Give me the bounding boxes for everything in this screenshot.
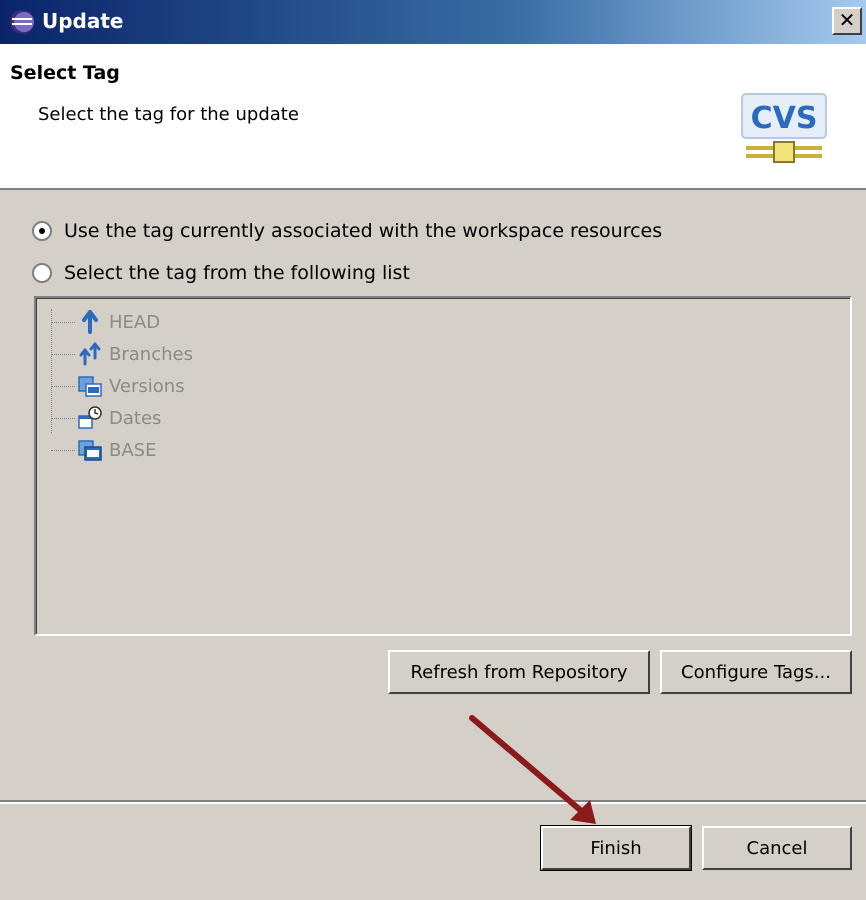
cancel-button[interactable]: Cancel (702, 826, 852, 870)
title-bar[interactable]: Update ✕ (0, 0, 866, 44)
window-title: Update (42, 9, 124, 33)
radio-button[interactable] (32, 221, 52, 241)
page-title: Select Tag (10, 62, 120, 84)
close-button[interactable]: ✕ (832, 7, 862, 35)
tree-item-label: Versions (109, 375, 185, 397)
refresh-from-repository-button[interactable]: Refresh from Repository (388, 650, 650, 694)
tree-item-versions[interactable]: Versions (51, 371, 185, 401)
tree-item-dates[interactable]: Dates (51, 403, 161, 433)
finish-button[interactable]: Finish (540, 825, 692, 871)
page-description: Select the tag for the update (38, 104, 299, 125)
dates-icon (78, 406, 102, 429)
update-dialog: Update ✕ Select Tag Select the tag for t… (0, 0, 866, 900)
head-tag-icon (82, 310, 98, 334)
cvs-logo-text: CVS (751, 101, 818, 136)
option-label: Use the tag currently associated with th… (64, 220, 663, 242)
branches-icon (79, 342, 101, 366)
radio-button[interactable] (32, 263, 52, 283)
option-select-from-list[interactable]: Select the tag from the following list (32, 262, 410, 284)
tree-item-label: HEAD (109, 311, 161, 333)
versions-icon (78, 376, 102, 397)
cvs-logo-icon: CVS (741, 93, 827, 163)
wizard-header: Select Tag Select the tag for the update… (0, 44, 866, 190)
option-use-current-tag[interactable]: Use the tag currently associated with th… (32, 220, 662, 242)
tag-tree[interactable]: HEAD Branches Versions Dates BASE (34, 296, 852, 636)
close-icon: ✕ (838, 8, 856, 32)
configure-tags-button[interactable]: Configure Tags... (660, 650, 852, 694)
eclipse-icon (10, 10, 34, 34)
option-label: Select the tag from the following list (64, 262, 410, 284)
tree-item-label: Dates (109, 407, 162, 429)
tag-tree-viewport: HEAD Branches Versions Dates BASE (36, 298, 850, 634)
base-tag-icon (78, 440, 102, 461)
button-bar-separator (0, 800, 866, 804)
tree-item-label: BASE (109, 439, 157, 461)
tree-item-base[interactable]: BASE (51, 435, 156, 465)
tree-item-label: Branches (109, 343, 193, 365)
tree-item-head[interactable]: HEAD (51, 307, 160, 337)
tree-item-branches[interactable]: Branches (51, 339, 193, 369)
